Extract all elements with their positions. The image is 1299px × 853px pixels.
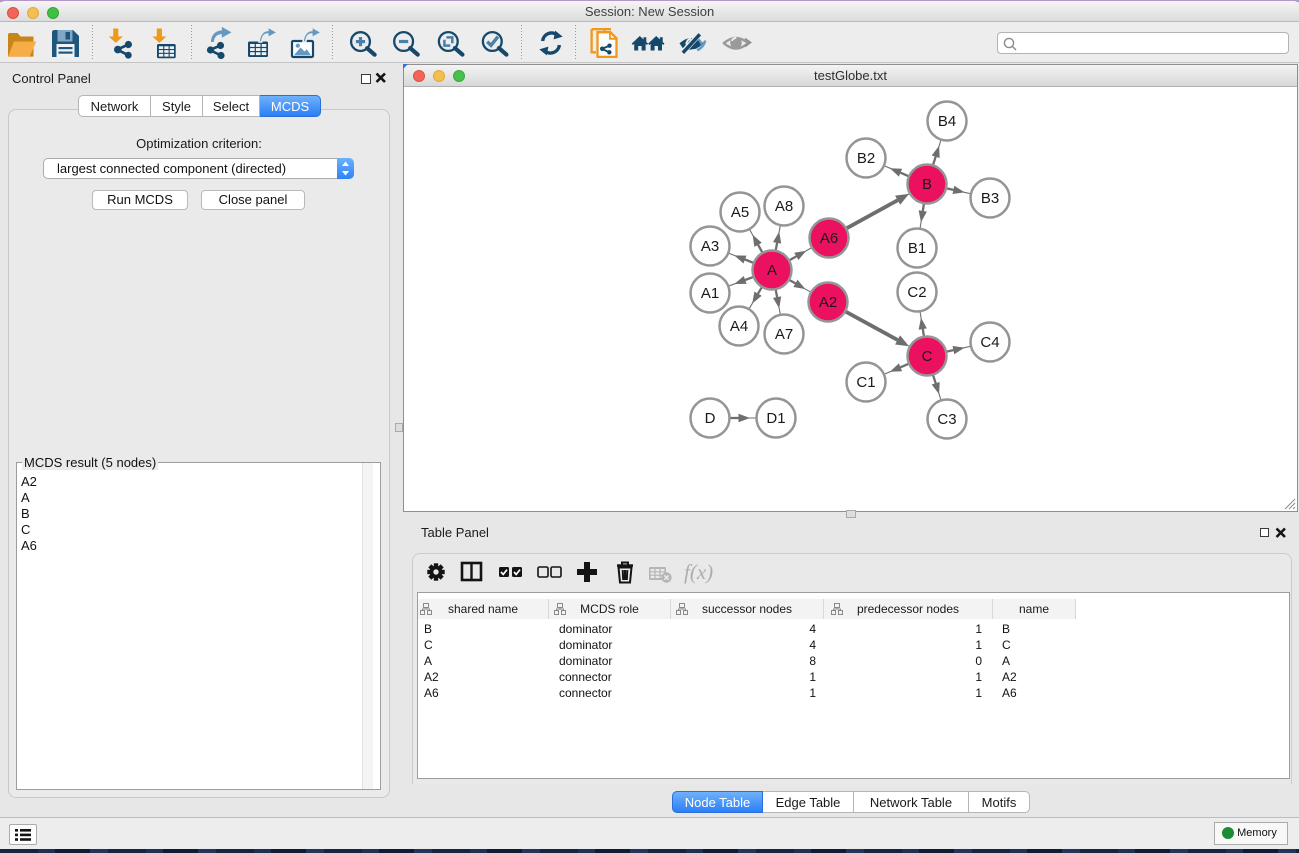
svg-text:A8: A8 <box>775 198 793 215</box>
svg-text:C4: C4 <box>980 334 999 351</box>
svg-text:A7: A7 <box>775 326 793 343</box>
svg-text:A3: A3 <box>701 238 719 255</box>
svg-text:f(x): f(x) <box>684 560 713 584</box>
svg-text:C: C <box>922 348 933 365</box>
svg-text:A1: A1 <box>701 285 719 302</box>
svg-text:A6: A6 <box>820 230 838 247</box>
svg-text:A5: A5 <box>731 204 749 221</box>
svg-text:A4: A4 <box>730 318 748 335</box>
svg-text:A: A <box>767 262 777 279</box>
svg-text:C3: C3 <box>937 411 956 428</box>
svg-text:B2: B2 <box>857 150 875 167</box>
svg-text:B1: B1 <box>908 240 926 257</box>
svg-text:C2: C2 <box>907 284 926 301</box>
svg-text:D1: D1 <box>766 410 785 427</box>
svg-text:B3: B3 <box>981 190 999 207</box>
svg-text:B: B <box>922 176 932 193</box>
svg-text:C1: C1 <box>856 374 875 391</box>
svg-text:A2: A2 <box>819 294 837 311</box>
svg-text:D: D <box>705 410 716 427</box>
svg-text:B4: B4 <box>938 113 956 130</box>
